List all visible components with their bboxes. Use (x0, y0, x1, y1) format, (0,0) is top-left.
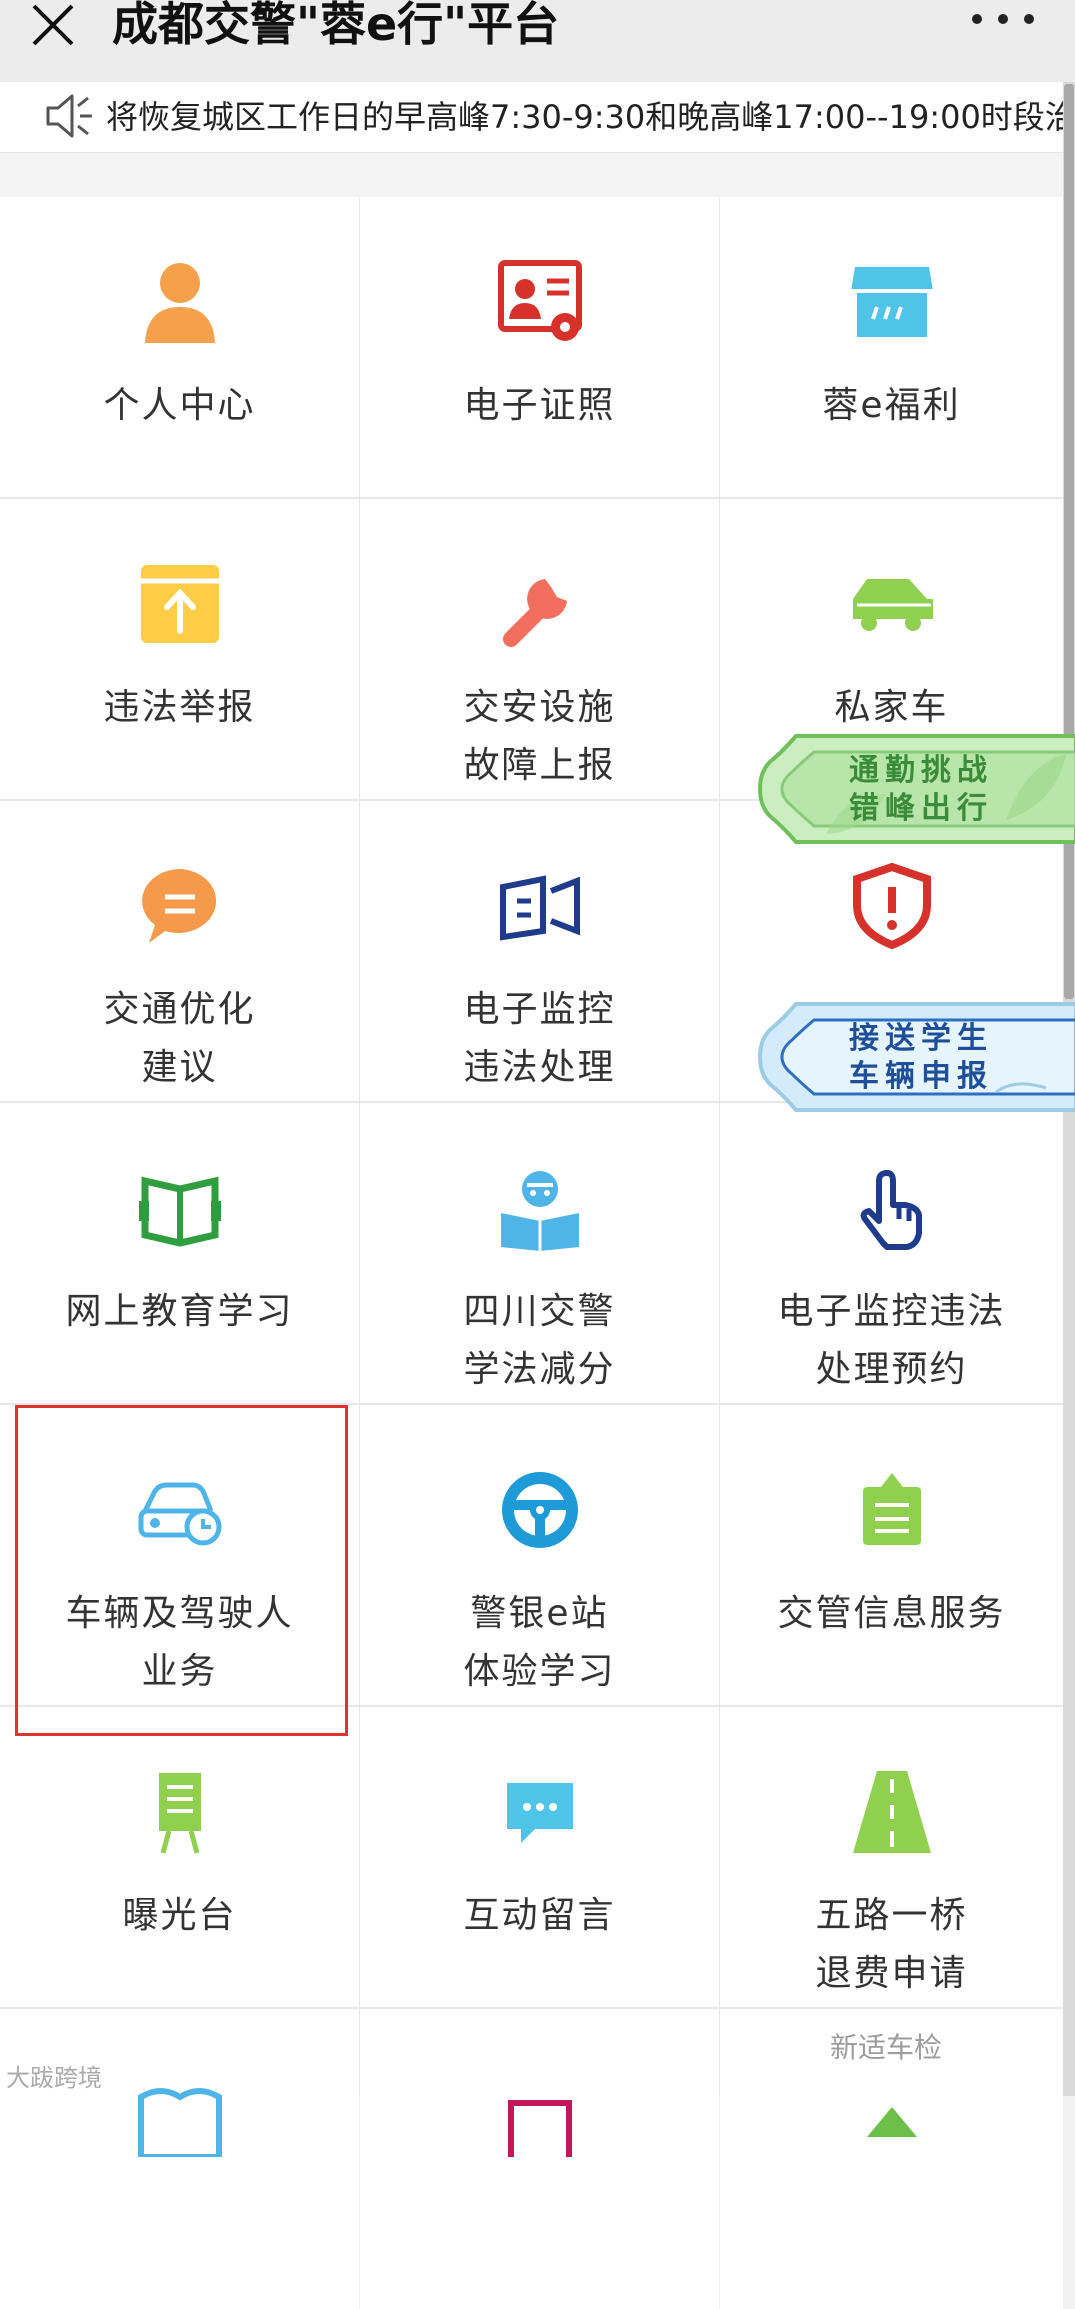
tile-camera-violation[interactable]: 电子监控 违法处理 (360, 801, 719, 1101)
scrollbar-thumb[interactable] (1064, 84, 1074, 999)
speaker-icon (44, 90, 94, 142)
tile-partial-1[interactable] (0, 2009, 359, 2309)
section-gap (0, 153, 1068, 197)
close-icon[interactable] (28, 0, 80, 52)
book-icon (135, 1163, 225, 1253)
tile-label: 警银e站 体验学习 (463, 1593, 616, 1692)
steering-wheel-icon (495, 1465, 585, 1555)
clipboard-icon (847, 1465, 937, 1555)
tile-exposure-board[interactable]: 曝光台 (0, 1707, 359, 2007)
tile-label: 交通优化 建议 (103, 989, 256, 1088)
display-board-icon (135, 1767, 225, 1857)
book-open-icon (135, 2067, 225, 2157)
car-icon (847, 559, 937, 649)
watermark-right: 新适车检 (830, 2031, 943, 2064)
service-grid: 个人中心 电子证照 蓉e福利 违法举报 交安设施 故障上报 私家车 交通优化 建… (0, 197, 1063, 2309)
tile-label: 电子监控违法 处理预约 (777, 1291, 1006, 1390)
page-title: 成都交警"蓉e行"平台 (112, 0, 560, 51)
wrench-icon (495, 559, 585, 649)
badge-school-shuttle[interactable]: 接送学生 车辆申报 (756, 992, 1075, 1122)
tile-violation-report[interactable]: 违法举报 (0, 499, 359, 799)
upload-report-icon (135, 559, 225, 649)
badge-text: 接送学生 车辆申报 (849, 1021, 993, 1094)
tile-label: 电子监控 违法处理 (463, 989, 616, 1088)
tile-label: 互动留言 (463, 1895, 616, 1936)
tile-label: 曝光台 (122, 1895, 237, 1936)
tile-facility-fault[interactable]: 交安设施 故障上报 (360, 499, 719, 799)
hand-pointer-icon (847, 1163, 937, 1253)
tile-traffic-suggestion[interactable]: 交通优化 建议 (0, 801, 359, 1101)
tile-traffic-info-service[interactable]: 交管信息服务 (720, 1405, 1063, 1705)
tile-label: 网上教育学习 (65, 1291, 294, 1332)
tile-label: 五路一桥 退费申请 (815, 1895, 968, 1994)
top-bar: 成都交警"蓉e行"平台 (0, 0, 1075, 83)
tile-partial-2[interactable] (360, 2009, 719, 2309)
chat-bubble-icon (135, 861, 225, 951)
message-icon (495, 1767, 585, 1857)
watermark-left: 大跋跨境 (6, 2064, 102, 2092)
badge-commute-challenge[interactable]: 通勤挑战 错峰出行 (756, 724, 1075, 854)
id-license-icon (495, 257, 585, 347)
camera-icon (495, 861, 585, 951)
tile-e-license[interactable]: 电子证照 (360, 197, 719, 497)
road-icon (847, 1767, 937, 1857)
tile-label: 交安设施 故障上报 (463, 687, 616, 786)
tile-vehicle-driver-business[interactable]: 车辆及驾驶人 业务 (0, 1405, 359, 1705)
tile-label: 四川交警 学法减分 (463, 1291, 616, 1390)
tile-label: 蓉e福利 (822, 385, 961, 426)
car-clock-icon (135, 1465, 225, 1555)
arrow-icon (847, 2067, 937, 2157)
shop-icon (847, 257, 937, 347)
tile-camera-appointment[interactable]: 电子监控违法 处理预约 (720, 1103, 1063, 1403)
badge-text: 通勤挑战 错峰出行 (849, 753, 993, 826)
tile-label: 个人中心 (103, 385, 256, 426)
tile-label: 电子证照 (463, 385, 616, 426)
reader-icon (495, 1163, 585, 1253)
tile-label: 违法举报 (103, 687, 256, 728)
tile-police-bank-station[interactable]: 警银e站 体验学习 (360, 1405, 719, 1705)
tile-sichuan-study[interactable]: 四川交警 学法减分 (360, 1103, 719, 1403)
frame-icon (495, 2067, 585, 2157)
shield-alert-icon (847, 861, 937, 951)
more-options-icon[interactable] (972, 4, 1034, 34)
person-icon (135, 257, 225, 347)
notice-text: 将恢复城区工作日的早高峰7:30-9:30和晚高峰17:00--19:00时段治 (106, 98, 1066, 136)
tile-label: 车辆及驾驶人 业务 (65, 1593, 294, 1692)
tile-road-refund[interactable]: 五路一桥 退费申请 (720, 1707, 1063, 2007)
tile-interactive-message[interactable]: 互动留言 (360, 1707, 719, 2007)
notice-bar: 将恢复城区工作日的早高峰7:30-9:30和晚高峰17:00--19:00时段治 (0, 82, 1068, 153)
tile-welfare[interactable]: 蓉e福利 (720, 197, 1063, 497)
tile-online-education[interactable]: 网上教育学习 (0, 1103, 359, 1403)
tile-label: 交管信息服务 (777, 1593, 1006, 1634)
tile-personal-center[interactable]: 个人中心 (0, 197, 359, 497)
